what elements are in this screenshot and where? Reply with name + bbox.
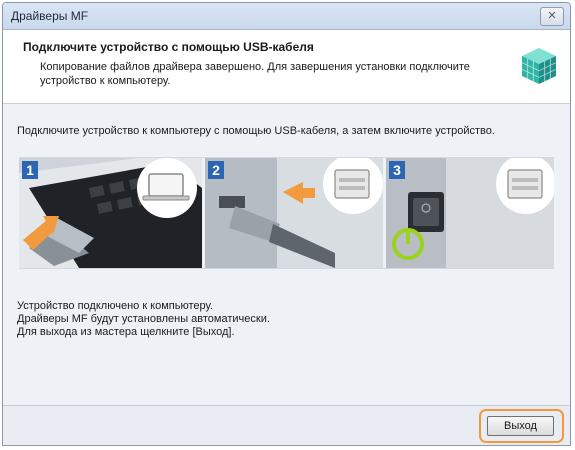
page-description: Копирование файлов драйвера завершено. Д… (40, 61, 470, 87)
instruction-text: Подключите устройство к компьютеру с пом… (17, 125, 495, 137)
usb-plug-laptop-illustration (19, 158, 202, 268)
installer-window: Драйверы MF ✕ Подключите устройство с по… (2, 2, 571, 446)
status-text: Устройство подключено к компьютеру. Драй… (17, 300, 270, 339)
step-2-panel: 2 (205, 158, 383, 268)
step-3-number: 3 (389, 161, 405, 179)
power-switch-illustration (386, 158, 554, 268)
step-2-number: 2 (208, 161, 224, 179)
page-title: Подключите устройство с помощью USB-кабе… (23, 40, 314, 54)
wizard-header: Подключите устройство с помощью USB-кабе… (3, 30, 570, 104)
window-title: Драйверы MF (11, 9, 89, 23)
status-line-3: Для выхода из мастера щелкните [Выход]. (17, 326, 235, 338)
title-bar[interactable]: Драйверы MF ✕ (3, 3, 570, 30)
status-line-1: Устройство подключено к компьютеру. (17, 300, 213, 312)
exit-button-highlight: Выход (479, 409, 564, 443)
exit-button[interactable]: Выход (487, 416, 554, 436)
usb-plug-printer-illustration (205, 158, 383, 268)
step-3-panel: 3 (386, 158, 554, 268)
status-line-2: Драйверы MF будут установлены автоматиче… (17, 313, 270, 325)
wizard-footer: Выход (3, 405, 570, 445)
close-button[interactable]: ✕ (540, 7, 564, 26)
wizard-content: Подключите устройство к компьютеру с пом… (3, 104, 570, 405)
steps-illustration: 1 2 3 (19, 157, 554, 269)
close-icon: ✕ (547, 10, 557, 22)
step-1-panel: 1 (19, 158, 202, 268)
installer-box-icon (521, 48, 557, 84)
step-1-number: 1 (22, 161, 38, 179)
